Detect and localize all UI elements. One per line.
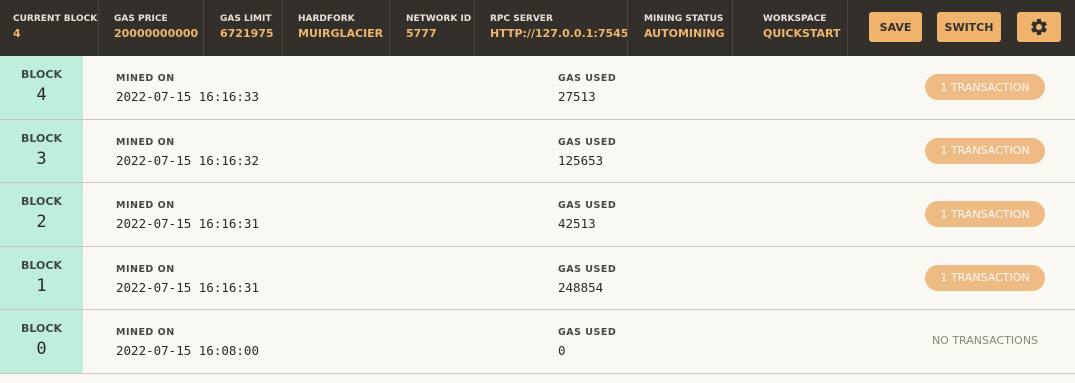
stat-value: 20000000000: [114, 27, 199, 40]
block-number-cell: BLOCK 1: [0, 246, 83, 310]
block-label: BLOCK: [21, 258, 62, 272]
stat-network-id: NETWORK ID 5777: [390, 0, 474, 56]
gas-used-label: GAS USED: [558, 263, 617, 275]
save-button[interactable]: SAVE: [869, 12, 922, 42]
block-number-cell: BLOCK 0: [0, 310, 83, 373]
block-number: 1: [36, 275, 47, 296]
block-row[interactable]: BLOCK 3 MINED ON 2022-07-15 16:16:32 GAS…: [0, 119, 1075, 184]
gas-used-value: 0: [558, 343, 566, 359]
stat-value: 6721975: [220, 27, 274, 40]
mined-on-label: MINED ON: [116, 136, 175, 148]
stat-workspace: WORKSPACE QUICKSTART: [733, 0, 847, 56]
block-row[interactable]: BLOCK 2 MINED ON 2022-07-15 16:16:31 GAS…: [0, 183, 1075, 247]
block-number: 4: [36, 85, 47, 105]
stat-current-block: CURRENT BLOCK 4: [0, 0, 98, 56]
stat-hardfork: HARDFORK MUIRGLACIER: [283, 0, 389, 56]
stat-value: MUIRGLACIER: [298, 27, 384, 40]
mined-on-value: 2022-07-15 16:16:33: [116, 89, 259, 104]
gas-used-label: GAS USED: [558, 73, 617, 84]
block-row[interactable]: BLOCK 1 MINED ON 2022-07-15 16:16:31 GAS…: [0, 246, 1075, 311]
transactions-badge[interactable]: 1 TRANSACTION: [925, 264, 1045, 291]
gas-used-value: 248854: [558, 279, 604, 295]
block-label: BLOCK: [21, 131, 62, 145]
mined-on-label: MINED ON: [116, 327, 175, 339]
mined-on-value: 2022-07-15 16:16:31: [116, 279, 259, 295]
mined-on-value: 2022-07-15 16:16:32: [116, 152, 259, 168]
stat-label: WORKSPACE: [763, 14, 827, 24]
transactions-badge[interactable]: 1 TRANSACTION: [925, 137, 1045, 164]
block-number-cell: BLOCK 2: [0, 183, 83, 246]
stat-value: AUTOMINING: [644, 27, 725, 40]
block-number-cell: BLOCK 3: [0, 119, 83, 183]
divider: [847, 0, 848, 56]
stat-label: GAS LIMIT: [220, 14, 272, 24]
stat-label: NETWORK ID: [406, 14, 472, 24]
gas-used-value: 42513: [558, 216, 596, 232]
top-bar: CURRENT BLOCK 4 GAS PRICE 20000000000 GA…: [0, 0, 1075, 56]
block-number-cell: BLOCK 4: [0, 56, 83, 119]
blocks-list: BLOCK 4 MINED ON 2022-07-15 16:16:33 GAS…: [0, 56, 1075, 374]
stat-label: CURRENT BLOCK: [13, 14, 98, 24]
no-transactions-label: NO TRANSACTIONS: [931, 334, 1039, 348]
block-label: BLOCK: [21, 195, 62, 209]
stat-label: RPC SERVER: [490, 14, 553, 24]
stat-rpc-server: RPC SERVER HTTP://127.0.0.1:7545: [475, 0, 629, 56]
stat-mining-status: MINING STATUS AUTOMINING: [628, 0, 732, 56]
transactions-badge[interactable]: 1 TRANSACTION: [925, 201, 1045, 228]
transactions-badge[interactable]: 1 TRANSACTION: [925, 74, 1045, 100]
mined-on-label: MINED ON: [116, 200, 175, 212]
gas-used-label: GAS USED: [558, 327, 617, 339]
stat-gas-price: GAS PRICE 20000000000: [99, 0, 203, 56]
gas-used-label: GAS USED: [558, 136, 617, 148]
block-number: 2: [36, 212, 47, 233]
switch-button[interactable]: SWITCH: [937, 12, 1001, 42]
stat-value: 5777: [406, 27, 437, 40]
settings-button[interactable]: [1017, 12, 1061, 42]
block-number: 3: [36, 148, 47, 169]
mined-on-value: 2022-07-15 16:08:00: [116, 343, 259, 359]
stat-value: QUICKSTART: [763, 27, 841, 40]
stat-label: MINING STATUS: [644, 14, 724, 24]
block-number: 0: [36, 339, 47, 360]
gear-icon: [1029, 17, 1049, 37]
gas-used-label: GAS USED: [558, 200, 617, 212]
stat-gas-limit: GAS LIMIT 6721975: [204, 0, 282, 56]
mined-on-value: 2022-07-15 16:16:31: [116, 216, 259, 232]
block-label: BLOCK: [21, 68, 62, 81]
block-row[interactable]: BLOCK 0 MINED ON 2022-07-15 16:08:00 GAS…: [0, 310, 1075, 374]
block-label: BLOCK: [21, 322, 62, 336]
mined-on-label: MINED ON: [116, 73, 175, 84]
block-row[interactable]: BLOCK 4 MINED ON 2022-07-15 16:16:33 GAS…: [0, 56, 1075, 120]
mined-on-label: MINED ON: [116, 263, 175, 275]
stat-label: HARDFORK: [298, 14, 355, 24]
stat-value: HTTP://127.0.0.1:7545: [490, 27, 629, 40]
gas-used-value: 27513: [558, 89, 596, 104]
stat-value: 4: [13, 27, 21, 40]
gas-used-value: 125653: [558, 152, 604, 168]
stat-label: GAS PRICE: [114, 14, 168, 24]
